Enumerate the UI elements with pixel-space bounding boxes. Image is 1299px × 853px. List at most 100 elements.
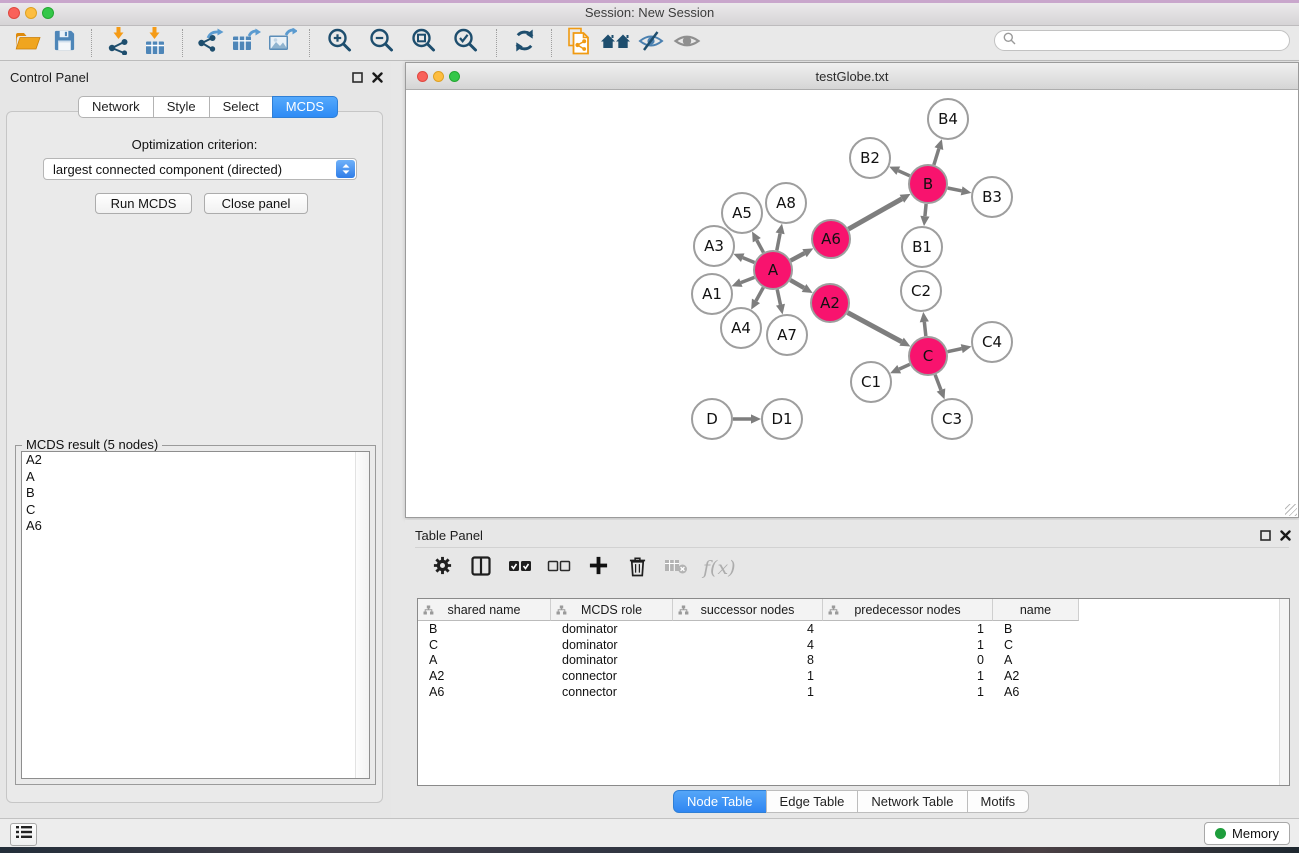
run-mcds-button[interactable]: Run MCDS (95, 193, 192, 214)
apply-function-button[interactable]: f(x) (703, 553, 736, 583)
network-node-D[interactable]: D (692, 399, 732, 439)
column-header-MCDS-role[interactable]: MCDS role (551, 599, 673, 621)
network-node-B[interactable]: B (909, 165, 947, 203)
network-zoom-button[interactable] (449, 71, 460, 82)
mcds-result-item[interactable]: A (22, 469, 369, 486)
select-all-rows-button[interactable] (508, 553, 532, 583)
column-header-successor-nodes[interactable]: successor nodes (673, 599, 823, 621)
column-header-predecessor-nodes[interactable]: predecessor nodes (823, 599, 993, 621)
save-session-button[interactable] (46, 27, 82, 59)
task-history-button[interactable] (10, 823, 37, 846)
network-node-C1[interactable]: C1 (851, 362, 891, 402)
table-row[interactable]: A6connector11A6 (418, 684, 1289, 700)
zoom-out-button[interactable] (364, 27, 400, 59)
import-table-button[interactable] (137, 27, 173, 59)
result-list-scrollbar[interactable] (355, 452, 369, 778)
show-graphics-details-button[interactable] (669, 27, 705, 59)
tab-style[interactable]: Style (153, 96, 210, 118)
tab-network[interactable]: Network (78, 96, 154, 118)
open-session-button[interactable] (10, 27, 46, 59)
table-settings-button[interactable] (430, 553, 454, 583)
zoom-fit-button[interactable] (406, 27, 442, 59)
network-node-A4[interactable]: A4 (721, 308, 761, 348)
toolbar-separator (496, 29, 497, 57)
column-header-label: name (1020, 603, 1051, 617)
tab-select[interactable]: Select (209, 96, 273, 118)
home-button[interactable] (597, 27, 633, 59)
export-table-button[interactable] (228, 27, 264, 59)
node-label: B1 (912, 238, 932, 256)
edge-arrowhead-icon (920, 312, 929, 322)
tab-edge-table[interactable]: Edge Table (766, 790, 859, 813)
network-node-A5[interactable]: A5 (722, 193, 762, 233)
float-panel-icon[interactable] (1260, 528, 1271, 546)
table-row[interactable]: Cdominator41C (418, 637, 1289, 653)
table-cell: B (993, 622, 1079, 636)
network-node-B1[interactable]: B1 (902, 227, 942, 267)
criterion-dropdown[interactable]: largest connected component (directed) (43, 158, 357, 180)
network-node-D1[interactable]: D1 (762, 399, 802, 439)
network-from-file-button[interactable] (561, 27, 597, 59)
eye-icon (673, 29, 701, 58)
search-input[interactable] (1021, 33, 1275, 49)
add-column-button[interactable] (586, 553, 610, 583)
network-canvas[interactable]: A A1 A2 A3 A4 A5 A6 A7 A8 B B1 B2 B3B4 C C1 C2 C3C4 D D1 (406, 89, 1298, 517)
zoom-selected-icon (452, 27, 480, 60)
show-columns-button[interactable] (469, 553, 493, 583)
column-header-name[interactable]: name (993, 599, 1079, 621)
network-node-A3[interactable]: A3 (694, 226, 734, 266)
delete-table-button[interactable] (664, 553, 688, 583)
export-network-button[interactable] (192, 27, 228, 59)
tab-node-table[interactable]: Node Table (673, 790, 767, 813)
network-node-B4[interactable]: B4 (928, 99, 968, 139)
network-minimize-button[interactable] (433, 71, 444, 82)
table-row[interactable]: Bdominator41B (418, 621, 1289, 637)
tab-motifs[interactable]: Motifs (967, 790, 1030, 813)
network-node-C[interactable]: C (909, 337, 947, 375)
deselect-all-rows-button[interactable] (547, 553, 571, 583)
node-label: B2 (860, 149, 880, 167)
node-label: A7 (777, 326, 797, 344)
node-table[interactable]: shared nameMCDS rolesuccessor nodesprede… (417, 598, 1290, 786)
network-node-C4[interactable]: C4 (972, 322, 1012, 362)
close-panel-icon[interactable] (372, 70, 383, 88)
search-box[interactable] (994, 30, 1290, 51)
close-panel-icon[interactable] (1280, 528, 1291, 546)
tab-network-table[interactable]: Network Table (857, 790, 967, 813)
hide-graphics-details-button[interactable] (633, 27, 669, 59)
zoom-in-icon (326, 27, 354, 60)
network-node-A[interactable]: A (754, 251, 792, 289)
network-node-B3[interactable]: B3 (972, 177, 1012, 217)
network-window-titlebar[interactable]: testGlobe.txt (406, 63, 1298, 90)
mcds-result-item[interactable]: B (22, 485, 369, 502)
table-row[interactable]: Adominator80A (418, 652, 1289, 668)
network-node-A1[interactable]: A1 (692, 274, 732, 314)
tab-mcds[interactable]: MCDS (272, 96, 338, 118)
table-cell: A2 (993, 669, 1079, 683)
mcds-result-item[interactable]: A6 (22, 518, 369, 535)
memory-button[interactable]: Memory (1204, 822, 1290, 845)
resize-grip-icon[interactable] (1285, 504, 1297, 516)
zoom-in-button[interactable] (322, 27, 358, 59)
table-row[interactable]: A2connector11A2 (418, 668, 1289, 684)
mcds-result-item[interactable]: C (22, 502, 369, 519)
network-node-C2[interactable]: C2 (901, 271, 941, 311)
network-node-A7[interactable]: A7 (767, 315, 807, 355)
table-scrollbar[interactable] (1279, 599, 1289, 785)
network-node-A2[interactable]: A2 (811, 284, 849, 322)
network-node-A8[interactable]: A8 (766, 183, 806, 223)
float-panel-icon[interactable] (352, 70, 363, 88)
network-node-A6[interactable]: A6 (812, 220, 850, 258)
refresh-network-button[interactable] (506, 27, 542, 59)
network-node-B2[interactable]: B2 (850, 138, 890, 178)
column-header-shared-name[interactable]: shared name (418, 599, 551, 621)
zoom-selected-button[interactable] (448, 27, 484, 59)
network-close-button[interactable] (417, 71, 428, 82)
close-panel-button[interactable]: Close panel (204, 193, 308, 214)
import-network-button[interactable] (101, 27, 137, 59)
export-image-button[interactable] (264, 27, 300, 59)
mcds-result-list[interactable]: A2ABCA6 (21, 451, 370, 779)
mcds-result-item[interactable]: A2 (22, 452, 369, 469)
delete-column-button[interactable] (625, 553, 649, 583)
network-node-C3[interactable]: C3 (932, 399, 972, 439)
